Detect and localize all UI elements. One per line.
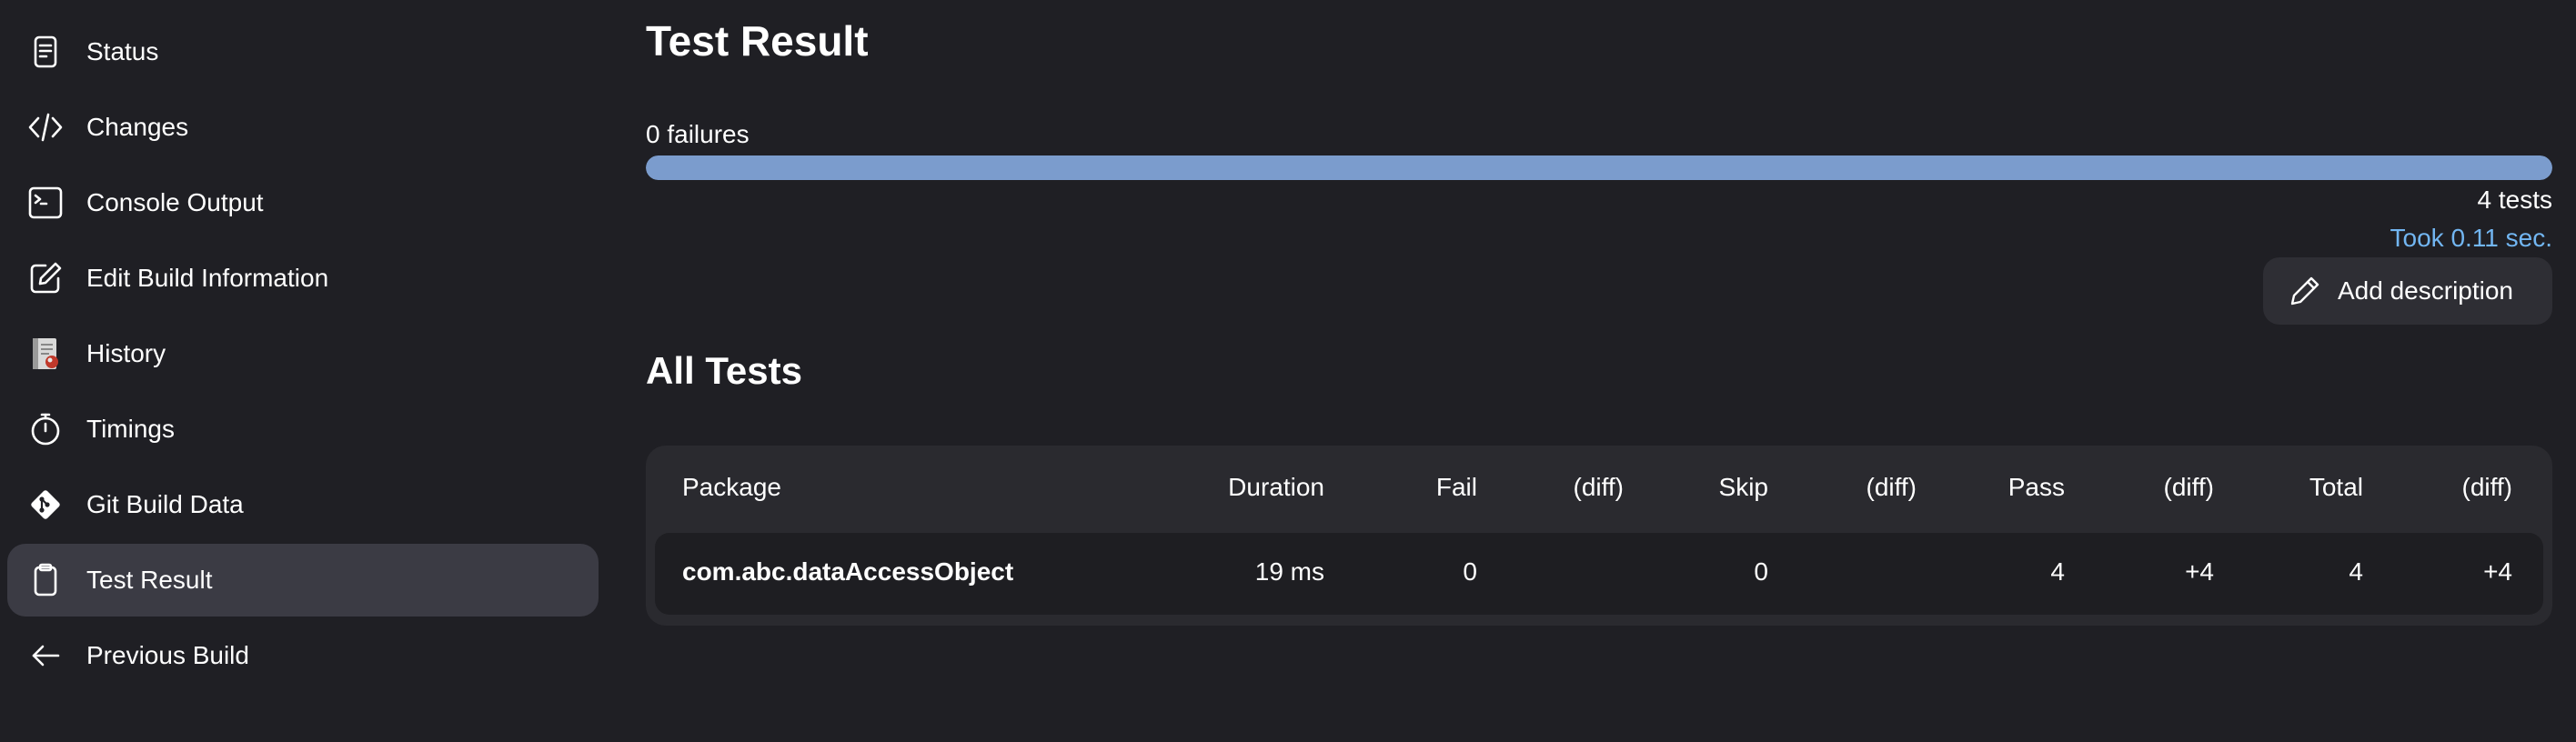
sidebar-item-label: Test Result: [86, 566, 213, 594]
sidebar-item-console-output[interactable]: Console Output: [7, 166, 599, 239]
page: Status Changes Console Output Edit Build…: [0, 0, 2576, 742]
took-duration-link[interactable]: Took 0.11 sec.: [2390, 224, 2552, 253]
history-icon: [27, 336, 64, 372]
header-total[interactable]: Total: [2309, 473, 2363, 502]
header-fail-diff[interactable]: (diff): [1574, 473, 1625, 502]
git-icon: [27, 486, 64, 523]
edit-icon: [27, 260, 64, 296]
header-skip-diff[interactable]: (diff): [1867, 473, 1917, 502]
package-link[interactable]: com.abc.dataAccessObject: [682, 557, 1013, 587]
stopwatch-icon: [27, 411, 64, 447]
sidebar-item-changes[interactable]: Changes: [7, 91, 599, 164]
skip-cell: 0: [1754, 557, 1768, 586]
sidebar-item-edit-build-information[interactable]: Edit Build Information: [7, 242, 599, 315]
all-tests-heading: All Tests: [646, 349, 802, 392]
pass-diff-cell: +4: [2185, 557, 2214, 586]
fail-cell: 0: [1463, 557, 1477, 586]
total-diff-cell: +4: [2483, 557, 2512, 586]
clipboard-icon: [27, 562, 64, 598]
total-cell: 4: [2349, 557, 2363, 586]
sidebar-item-label: Timings: [86, 415, 175, 443]
pass-cell: 4: [2050, 557, 2065, 586]
sidebar: Status Changes Console Output Edit Build…: [7, 15, 599, 695]
all-tests-table: Package Duration Fail (diff) Skip (diff)…: [646, 446, 2552, 626]
sidebar-item-label: History: [86, 339, 166, 367]
sidebar-item-label: Status: [86, 37, 159, 65]
header-package[interactable]: Package: [682, 473, 781, 502]
header-skip[interactable]: Skip: [1719, 473, 1768, 502]
duration-cell: 19 ms: [1254, 557, 1324, 586]
add-description-button[interactable]: Add description: [2263, 257, 2552, 325]
progress-pass-fill: [646, 155, 2552, 180]
sidebar-item-status[interactable]: Status: [7, 15, 599, 88]
sidebar-item-label: Previous Build: [86, 641, 249, 669]
pencil-icon: [2289, 275, 2321, 307]
sidebar-item-label: Git Build Data: [86, 490, 244, 518]
sidebar-item-git-build-data[interactable]: Git Build Data: [7, 468, 599, 541]
header-pass[interactable]: Pass: [2008, 473, 2065, 502]
document-icon: [27, 34, 64, 70]
sidebar-item-label: Console Output: [86, 188, 264, 216]
add-description-label: Add description: [2338, 276, 2514, 305]
sidebar-item-label: Changes: [86, 113, 189, 141]
sidebar-item-test-result[interactable]: Test Result: [7, 544, 599, 617]
page-title: Test Result: [646, 17, 869, 65]
test-progress-bar: [646, 155, 2552, 180]
sidebar-item-label: Edit Build Information: [86, 264, 329, 292]
sidebar-item-previous-build[interactable]: Previous Build: [7, 619, 599, 692]
terminal-icon: [27, 185, 64, 221]
table-row: com.abc.dataAccessObject 19 ms 0 0 4 +4 …: [655, 533, 2543, 615]
arrow-left-icon: [27, 637, 64, 674]
failures-label: 0 failures: [646, 120, 750, 148]
sidebar-item-history[interactable]: History: [7, 317, 599, 390]
table-header-row: Package Duration Fail (diff) Skip (diff)…: [655, 453, 2543, 526]
code-icon: [27, 109, 64, 145]
header-total-diff[interactable]: (diff): [2462, 473, 2513, 502]
tests-count: 4 tests: [2477, 186, 2552, 214]
header-fail[interactable]: Fail: [1436, 473, 1477, 502]
header-duration[interactable]: Duration: [1228, 473, 1324, 502]
sidebar-item-timings[interactable]: Timings: [7, 393, 599, 466]
header-pass-diff[interactable]: (diff): [2164, 473, 2215, 502]
